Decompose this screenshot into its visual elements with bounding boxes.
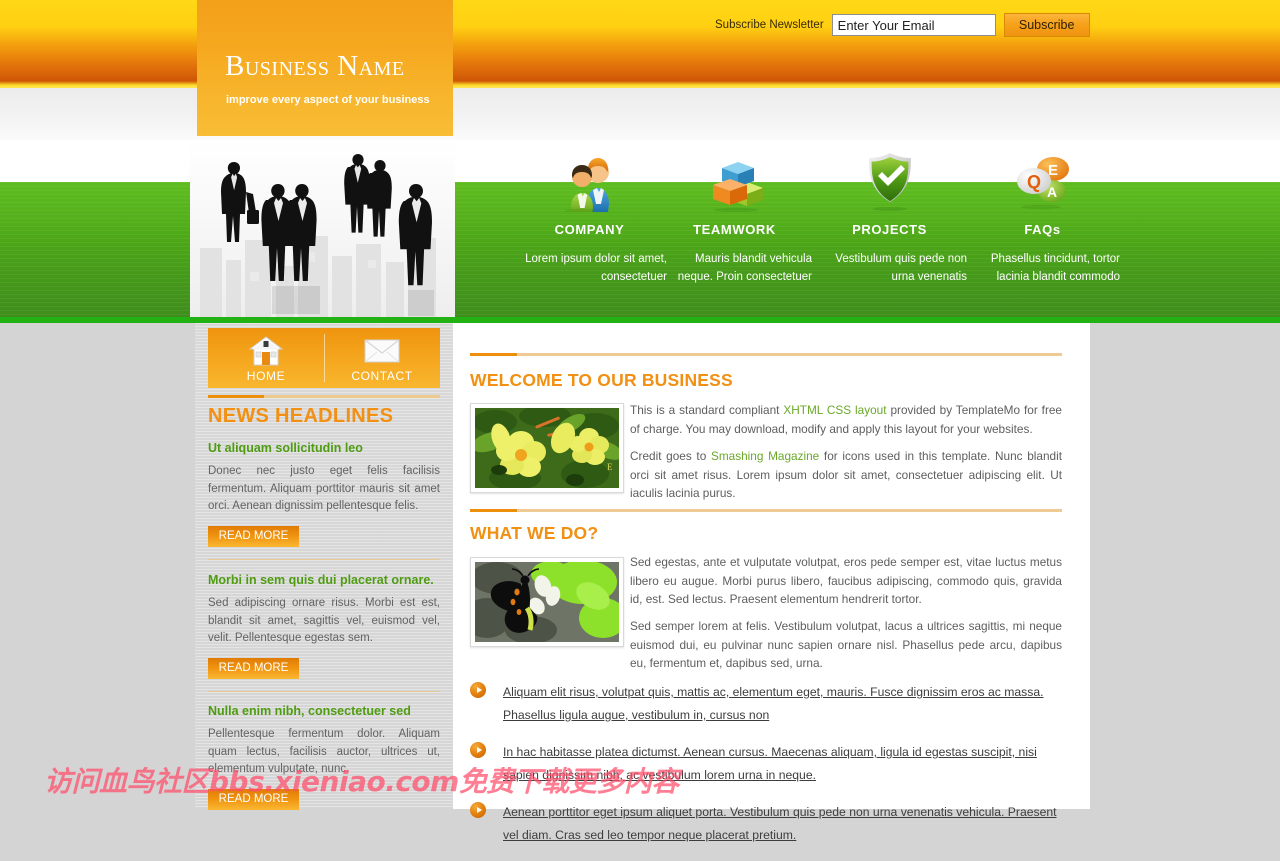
welcome-paragraph-2: Credit goes to Smashing Magazine for ico… [630,447,1062,503]
site-logo-block[interactable]: Business Name improve every aspect of yo… [197,0,453,136]
whatwedo-paragraph-2: Sed semper lorem at felis. Vestibulum vo… [630,619,1062,670]
site-title: Business Name [225,50,405,82]
feature-projects[interactable]: PROJECTS Vestibulum quis pede non urna v… [812,140,967,286]
welcome-paragraph-1: This is a standard compliant XHTML CSS l… [630,401,1062,438]
play-bullet-icon [470,682,486,698]
butterfly-photo [475,562,619,642]
sidebar-top-rule [208,395,440,398]
tab-label: HOME [246,369,286,383]
play-bullet-icon [470,742,486,758]
news-item-heading[interactable]: Morbi in sem quis dui placerat ornare. [208,573,440,587]
list-item[interactable]: Aenean porttitor eget ipsum aliquet port… [470,801,1062,847]
news-headlines-title: NEWS HEADLINES [208,405,394,427]
yellow-flowers-photo: E [475,408,619,488]
whatwedo-section-rule [470,509,1062,512]
news-item-heading[interactable]: Ut aliquam sollicitudin leo [208,441,440,455]
feature-desc: Lorem ipsum dolor sit amet, consectetuer [525,253,667,283]
feature-title: FAQs [1024,222,1061,237]
feature-title: COMPANY [554,222,625,237]
list-item-text[interactable]: Aenean porttitor eget ipsum aliquet port… [503,801,1062,847]
sidebar-rule [208,559,440,560]
list-item-text[interactable]: Aliquam elit risus, volutpat quis, matti… [503,681,1062,727]
play-bullet-icon [470,802,486,818]
welcome-title: WELCOME TO OUR BUSINESS [470,370,733,390]
welcome-section-rule [470,353,1062,356]
sidebar-tabs: HOME CONTACT [208,328,440,388]
welcome-thumbnail: E [470,403,624,493]
news-item-body: Sed adipiscing ornare risus. Morbi est e… [208,597,440,644]
news-item-body: Pellentesque fermentum dolor. Aliquam qu… [208,728,440,775]
sidebar-rule [208,691,440,692]
news-item: Ut aliquam sollicitudin leo Donec nec ju… [208,441,440,547]
whatwedo-thumbnail [470,557,624,647]
xhtml-css-layout-link[interactable]: XHTML CSS layout [783,403,886,417]
feature-desc: Phasellus tincidunt, tortor lacinia blan… [990,253,1120,283]
banner-fade [0,88,1280,140]
site-tagline: improve every aspect of your business [226,94,430,106]
users-icon [512,140,667,212]
boxes-icon [657,140,812,212]
read-more-button[interactable]: READ MORE [208,525,299,547]
feature-teamwork[interactable]: TEAMWORK Mauris blandit vehicula neque. … [657,140,812,286]
tab-contact[interactable]: CONTACT [324,328,440,388]
read-more-button[interactable]: READ MORE [208,657,299,679]
envelope-icon [364,335,400,367]
green-divider-stripe [0,317,1280,323]
list-item[interactable]: Aliquam elit risus, volutpat quis, matti… [470,681,1062,727]
business-people-illustration [190,140,455,320]
hero-section: COMPANY Lorem ipsum dolor sit amet, cons… [0,140,1280,322]
smashing-magazine-link[interactable]: Smashing Magazine [711,449,819,463]
newsletter-form: Subscribe Newsletter Subscribe [715,12,1095,38]
whatwedo-paragraph-1: Sed egestas, ante et vulputate volutpat,… [630,555,1062,606]
list-item[interactable]: In hac habitasse platea dictumst. Aenean… [470,741,1062,787]
feature-title: PROJECTS [852,222,927,237]
feature-faqs[interactable]: E A Q FAQs Phasellus tincidunt, tortor l… [965,140,1120,286]
rule-accent [208,395,264,398]
news-item: Nulla enim nibh, consectetuer sed Pellen… [208,704,440,810]
page-body: HOME CONTACT NEWS HEADLINES Ut aliquam s… [195,323,1090,842]
news-item: Morbi in sem quis dui placerat ornare. S… [208,573,440,679]
tab-home[interactable]: HOME [208,328,324,388]
feature-company[interactable]: COMPANY Lorem ipsum dolor sit amet, cons… [512,140,667,286]
welcome-p1-a: This is a standard compliant [630,403,784,417]
svg-text:E: E [607,462,613,472]
news-item-heading[interactable]: Nulla enim nibh, consectetuer sed [208,704,440,718]
svg-text:Q: Q [1026,172,1040,192]
tab-label: CONTACT [351,369,413,383]
newsletter-label: Subscribe Newsletter [715,19,824,31]
feature-desc: Mauris blandit vehicula neque. Proin con… [677,253,812,283]
rule-accent [470,509,517,512]
subscribe-button[interactable]: Subscribe [1003,13,1090,37]
whatwedo-title: WHAT WE DO? [470,523,599,543]
feature-desc: Vestibulum quis pede non urna venenatis [835,253,967,283]
sidebar: HOME CONTACT NEWS HEADLINES Ut aliquam s… [195,323,453,810]
news-item-body: Donec nec justo eget felis facilisis fer… [208,465,440,512]
shield-check-icon [812,140,967,212]
welcome-p2-a: Credit goes to [630,449,711,463]
main-content: WELCOME TO OUR BUSINESS E This is a stan… [453,323,1090,842]
rule-accent [470,353,517,356]
read-more-button[interactable]: READ MORE [208,788,299,810]
business-people-photo [190,140,455,320]
list-item-text[interactable]: In hac habitasse platea dictumst. Aenean… [503,741,1062,787]
feature-title: TEAMWORK [693,222,776,237]
newsletter-email-input[interactable] [831,14,996,36]
bullet-list: Aliquam elit risus, volutpat quis, matti… [470,681,1062,861]
house-icon [249,335,283,367]
qa-bubbles-icon: E A Q [965,140,1120,212]
